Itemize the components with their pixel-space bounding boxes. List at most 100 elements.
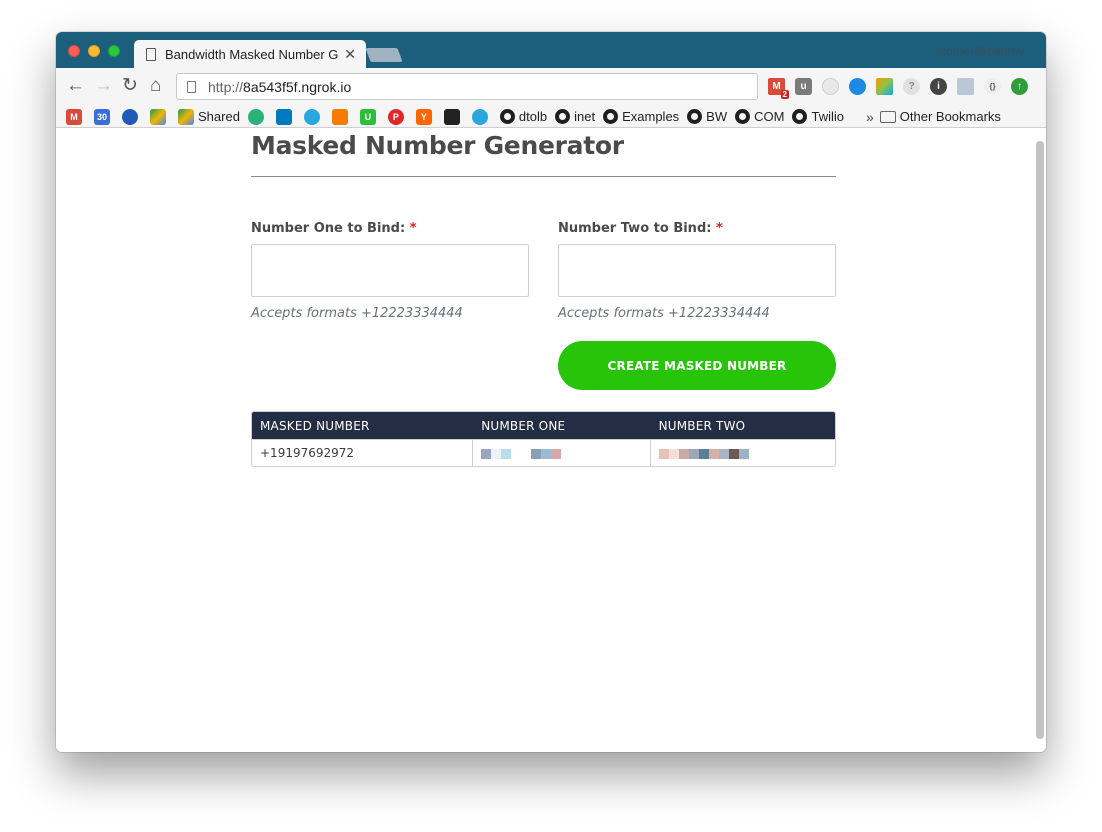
profile-name[interactable]: dtoiber@bandw...	[936, 44, 1034, 58]
bookmark-trello[interactable]	[275, 108, 296, 125]
header-number-one: NUMBER ONE	[472, 412, 650, 439]
table-row: +19197692972	[252, 439, 835, 466]
address-bar[interactable]: http://8a543f5f.ngrok.io	[176, 73, 758, 100]
u-icon: U	[359, 108, 376, 125]
gmail-icon: M	[66, 108, 82, 125]
bookmark-label: dtolb	[518, 109, 548, 124]
gmail-badge: 2	[780, 90, 789, 99]
window-close-button[interactable]	[68, 45, 80, 57]
bookmark-label: Shared	[198, 109, 240, 124]
github-icon	[735, 109, 751, 124]
number-one-input[interactable]	[251, 244, 529, 297]
dark-app-icon	[443, 108, 460, 125]
bookmark-calendar[interactable]: 30	[94, 108, 114, 125]
color-page-icon[interactable]	[876, 78, 893, 95]
github-icon	[603, 109, 619, 124]
bookmark-dtolb[interactable]: dtolb	[499, 109, 548, 124]
info-icon[interactable]: i	[930, 78, 947, 95]
calendar-icon: 30	[94, 108, 110, 125]
analytics-icon	[331, 108, 348, 125]
github-icon	[555, 109, 571, 124]
url-host: 8a543f5f.ngrok.io	[243, 78, 352, 95]
bookmark-dark[interactable]	[443, 108, 464, 125]
bookmark-label: Other Bookmarks	[899, 109, 1001, 124]
tab-active[interactable]: Bandwidth Masked Number Ge ✕	[134, 40, 366, 68]
bookmark-upwork[interactable]: U	[359, 108, 380, 125]
bookmark-label: COM	[754, 109, 785, 124]
y-icon: Y	[415, 108, 432, 125]
number-one-field: Number One to Bind: * Accepts formats +1…	[251, 221, 529, 321]
upload-icon[interactable]: ↑	[1011, 78, 1028, 95]
number-two-field: Number Two to Bind: * Accepts formats +1…	[558, 221, 836, 321]
bookmark-drive[interactable]	[150, 108, 170, 125]
url-text: http://8a543f5f.ngrok.io	[208, 79, 351, 95]
cell-masked-number: +19197692972	[252, 439, 473, 466]
bookmark-label: Examples	[622, 109, 680, 124]
bookmark-other[interactable]: Other Bookmarks	[879, 109, 1001, 124]
page-content: Masked Number Generator Number One to Bi…	[56, 129, 1046, 752]
cell-number-one	[472, 439, 650, 466]
header-number-two: NUMBER TWO	[649, 412, 835, 439]
desktop: Bandwidth Masked Number Ge ✕ dtoiber@ban…	[0, 0, 1102, 832]
bookmark-circle[interactable]	[122, 108, 142, 125]
bookmark-bw2[interactable]	[471, 108, 492, 125]
help-icon[interactable]: ?	[903, 78, 920, 95]
document-icon	[146, 47, 156, 61]
shield-icon[interactable]	[822, 78, 839, 95]
close-icon[interactable]: ✕	[344, 46, 356, 63]
number-two-hint: Accepts formats +12223334444	[558, 306, 770, 321]
gmail-extension-icon[interactable]: M2	[768, 78, 789, 99]
create-masked-number-button[interactable]: CREATE MASKED NUMBER	[558, 341, 836, 390]
tab-title: Bandwidth Masked Number Ge	[165, 46, 339, 62]
cell-number-two	[649, 439, 835, 466]
bookmark-pattern[interactable]	[247, 108, 268, 125]
bookmarks-overflow-chevron-icon[interactable]: »	[866, 109, 874, 125]
url-scheme: http://	[208, 78, 244, 95]
redacted-number	[481, 448, 562, 459]
bookmark-twilio[interactable]: Twilio	[792, 109, 844, 124]
bookmark-label: BW	[706, 109, 728, 124]
bookmark-bw1[interactable]	[303, 108, 324, 125]
github-icon	[687, 109, 703, 124]
bookmark-label: Twilio	[811, 109, 844, 124]
bookmark-gmail[interactable]: M	[66, 108, 86, 125]
bandwidth-icon	[471, 108, 488, 125]
drive-icon	[150, 108, 166, 125]
header-masked-number: MASKED NUMBER	[252, 412, 473, 439]
number-two-label: Number Two to Bind: *	[558, 221, 836, 236]
folder-icon	[879, 110, 896, 123]
trello-icon	[275, 108, 292, 125]
window-maximize-button[interactable]	[108, 45, 120, 57]
bookmark-inet[interactable]: inet	[555, 109, 595, 124]
vertical-scrollbar[interactable]	[1036, 141, 1044, 739]
dropbox-icon[interactable]	[957, 78, 974, 95]
back-arrow-icon[interactable]: ←	[66, 76, 85, 96]
label-text: Number One to Bind:	[251, 221, 406, 236]
bookmark-examples[interactable]: Examples	[603, 109, 679, 124]
bookmark-analytics[interactable]	[331, 108, 352, 125]
number-one-hint: Accepts formats +12223334444	[251, 306, 463, 321]
bookmark-bw[interactable]: BW	[687, 109, 727, 124]
redacted-number	[658, 448, 749, 459]
bindings-table: MASKED NUMBER NUMBER ONE NUMBER TWO +191…	[251, 411, 836, 467]
p-icon: P	[387, 108, 404, 125]
bookmarks-bar: M 30 Shared U P Y dtolb inet Examples BW…	[56, 106, 1046, 128]
reload-icon[interactable]: ↻	[122, 76, 138, 96]
bookmark-com[interactable]: COM	[735, 109, 784, 124]
window-minimize-button[interactable]	[88, 45, 100, 57]
drive-icon	[178, 108, 194, 125]
bookmark-shared[interactable]: Shared	[178, 108, 240, 125]
bookmark-ycombinator[interactable]: Y	[415, 108, 436, 125]
extension-icons: M2 u ? i {} ↑	[768, 78, 1028, 99]
home-icon[interactable]: ⌂	[150, 76, 161, 96]
page-info-icon[interactable]	[187, 80, 196, 93]
number-two-input[interactable]	[558, 244, 836, 297]
github-icon	[792, 109, 808, 124]
forward-arrow-icon[interactable]: →	[94, 76, 113, 96]
ublock-icon[interactable]: u	[795, 78, 812, 95]
bookmark-pinterest[interactable]: P	[387, 108, 408, 125]
title-divider	[251, 176, 836, 177]
json-icon[interactable]: {}	[984, 78, 1001, 95]
new-tab-button[interactable]	[365, 48, 403, 62]
circle-extension-icon[interactable]	[849, 78, 866, 95]
